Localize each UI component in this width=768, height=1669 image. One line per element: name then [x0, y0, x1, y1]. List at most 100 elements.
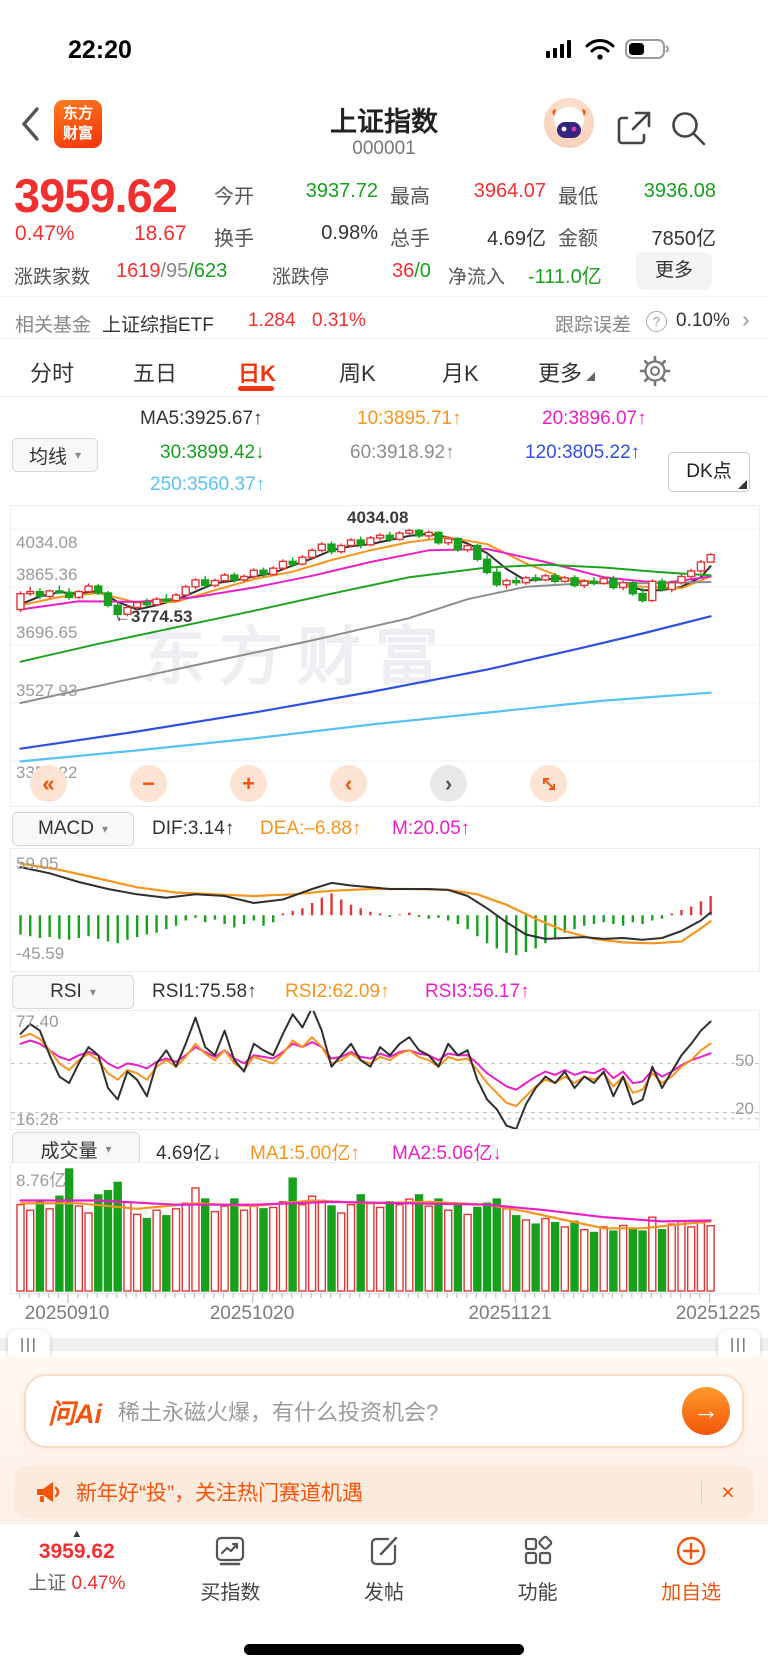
volume-dropdown[interactable]: 成交量 ▾ [12, 1132, 140, 1166]
ma5-legend: MA5:3925.67↑ [140, 408, 263, 429]
add-watchlist-icon [676, 1536, 706, 1566]
stat-value-open: 3937.72 [305, 180, 378, 202]
chevron-right-icon[interactable]: › [742, 306, 750, 333]
ma10-legend: 10:3895.71↑ [357, 408, 462, 429]
volume-chart[interactable] [11, 1163, 759, 1293]
tab-weekly-k[interactable]: 周K [339, 356, 376, 388]
ma30-legend: 30:3899.42↓ [160, 442, 265, 463]
stat-value-amount: 7850亿 [651, 228, 717, 250]
question-icon[interactable]: ? [646, 311, 667, 332]
rsi1-legend: RSI1:75.58↑ [152, 981, 257, 1002]
ma20-legend: 20:3896.07↑ [542, 408, 647, 429]
macd-dropdown[interactable]: MACD ▾ [12, 812, 134, 846]
pan-left-button[interactable]: ‹ [330, 765, 367, 802]
battery-icon [625, 39, 669, 59]
kline-chart[interactable] [11, 506, 759, 806]
banner-close-icon[interactable]: × [702, 1479, 754, 1506]
nav-quote-name: 上证 [28, 1573, 67, 1594]
chart-scrollbar-track[interactable] [0, 1338, 768, 1351]
fund-value: 1.284 [248, 310, 296, 331]
ask-ai-send-button[interactable]: → [682, 1387, 730, 1435]
tracking-error-value: 0.10% [676, 310, 730, 331]
fast-backward-button[interactable]: « [30, 765, 67, 802]
ma120-legend: 120:3805.22↑ [525, 442, 641, 463]
macd-dif-legend: DIF:3.14↑ [152, 818, 235, 839]
nav-buy-index-label: 买指数 [200, 1582, 261, 1604]
rsi3-legend: RSI3:56.17↑ [425, 981, 530, 1002]
signal-icon [546, 40, 571, 58]
netflow-value: -111.0亿 [528, 266, 602, 288]
limit-down-count: /0 [414, 260, 431, 282]
change-percent: 0.47% [15, 222, 75, 245]
tab-daily-k[interactable]: 日K [238, 356, 276, 388]
nav-features-label: 功能 [517, 1582, 558, 1604]
tab-more-caret-icon [586, 372, 595, 381]
macd-dropdown-label: MACD [38, 818, 94, 839]
features-grid-icon [524, 1535, 552, 1565]
kline-axis-1: 3865.36 [16, 565, 78, 584]
zoom-out-button[interactable]: − [130, 765, 167, 802]
rsi-guide-50-label: 50 [735, 1051, 754, 1070]
peak-annotation: 4034.08 [347, 508, 409, 527]
post-icon [370, 1536, 398, 1566]
nav-add-watchlist-label: 加自选 [661, 1582, 722, 1604]
tab-monthly-k[interactable]: 月K [442, 356, 479, 388]
dropdown-caret-icon: ▾ [89, 985, 96, 999]
limit-up-count: 36 [392, 260, 415, 282]
ma-dropdown-label: 均线 [28, 446, 67, 468]
netflow-label: 净流入 [448, 267, 506, 288]
nav-item-add-watchlist[interactable]: 加自选 [614, 1524, 768, 1669]
ask-ai-logo: 问Ai [48, 1398, 102, 1429]
stat-label-high: 最高 [390, 186, 430, 208]
rsi-dropdown[interactable]: RSI ▾ [12, 975, 134, 1009]
macd-dea-legend: DEA:–6.88↑ [260, 818, 362, 839]
rsi-guide-20-label: 20 [735, 1099, 754, 1118]
share-icon[interactable] [614, 108, 654, 148]
dropdown-caret-icon: ▾ [74, 448, 82, 462]
tab-minute[interactable]: 分时 [30, 356, 74, 388]
nav-item-quote[interactable]: ▲ 3959.62 上证 0.47% [0, 1524, 154, 1669]
search-icon[interactable] [668, 108, 708, 148]
home-indicator[interactable] [244, 1644, 524, 1655]
kline-axis-3: 3527.93 [16, 681, 78, 700]
status-time: 22:20 [68, 36, 132, 64]
volume-ma2-legend: MA2:5.06亿↓ [392, 1143, 502, 1164]
macd-m-legend: M:20.05↑ [392, 818, 471, 839]
fund-name[interactable]: 上证综指ETF [102, 310, 214, 337]
kline-axis-2: 3696.65 [16, 623, 78, 642]
pan-right-button[interactable]: › [430, 765, 467, 802]
promo-banner[interactable]: 新年好“投”，关注热门赛道机遇 × [14, 1466, 754, 1518]
rsi2-legend: RSI2:62.09↑ [285, 981, 390, 1002]
ask-ai-input[interactable]: 问Ai 稀土永磁火爆，有什么投资机会? → [24, 1374, 744, 1448]
stat-label-low: 最低 [558, 186, 598, 208]
macd-chart[interactable] [11, 849, 759, 971]
x-label-3: 20251225 [675, 1303, 761, 1324]
expand-icon [542, 777, 555, 790]
dk-point-button[interactable]: DK点 [668, 452, 750, 492]
rsi-chart[interactable] [11, 1011, 759, 1129]
fund-row-label: 相关基金 [15, 315, 92, 336]
advancers-count: 1619 [116, 260, 161, 282]
stat-value-turnover: 0.98% [321, 222, 378, 244]
volume-panel: 8.76亿 [10, 1162, 760, 1294]
dk-point-label: DK点 [686, 461, 732, 482]
tab-more[interactable]: 更多 [538, 356, 582, 388]
gear-icon[interactable] [638, 354, 672, 388]
ai-assistant-avatar[interactable] [544, 98, 594, 148]
macd-axis-top: 59.05 [16, 854, 59, 873]
updown-counts: 1619/95/623 [116, 260, 227, 283]
stat-label-open: 今开 [214, 186, 254, 208]
x-label-0: 20250910 [24, 1303, 110, 1324]
expand-button[interactable] [530, 765, 567, 802]
more-stats-button[interactable]: 更多 [636, 252, 712, 290]
x-axis: 20250910 20251020 20251121 20251225 [10, 1293, 761, 1327]
x-label-2: 20251121 [468, 1303, 552, 1324]
zoom-in-button[interactable]: + [230, 765, 267, 802]
nav-quote-row: 上证 0.47% [28, 1568, 125, 1595]
tab-5day[interactable]: 五日 [133, 356, 177, 388]
flat-count: /95 [160, 260, 189, 282]
ma-dropdown[interactable]: 均线 ▾ [12, 438, 98, 472]
dropdown-caret-icon: ▾ [101, 822, 108, 836]
stat-label-amount: 金额 [558, 228, 598, 250]
bottom-area: 问Ai 稀土永磁火爆，有什么投资机会? → 新年好“投”，关注热门赛道机遇 × [0, 1356, 768, 1522]
